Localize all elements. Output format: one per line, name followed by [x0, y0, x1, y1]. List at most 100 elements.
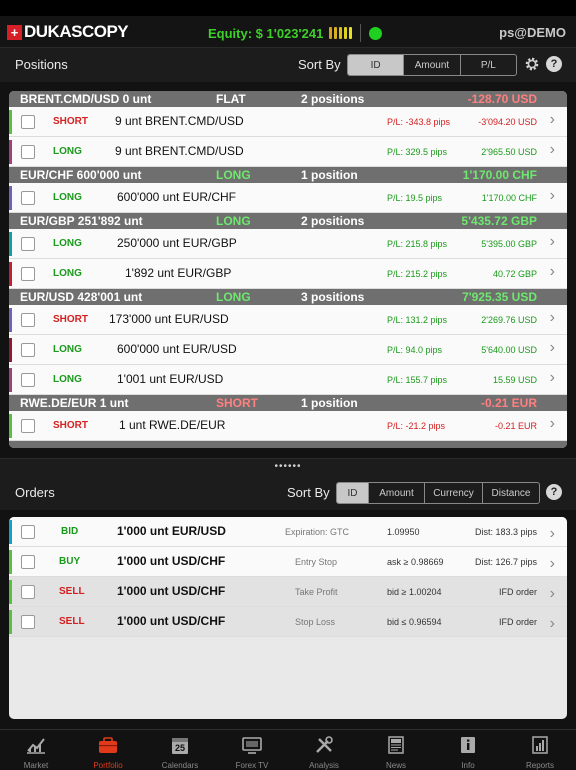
tab-label: Market — [23, 761, 49, 770]
svg-text:25: 25 — [175, 743, 185, 753]
group-count: 3 positions — [301, 290, 365, 304]
sort-amount-button[interactable]: Amount — [403, 55, 459, 75]
chevron-right-icon[interactable] — [550, 191, 555, 203]
row-checkbox[interactable] — [21, 585, 35, 599]
resize-handle[interactable]: •••••• — [0, 458, 576, 476]
calendar-icon: 25 — [169, 735, 191, 755]
row-checkbox[interactable] — [21, 615, 35, 629]
position-group-header[interactable] — [9, 441, 567, 448]
chevron-right-icon[interactable] — [550, 615, 555, 633]
pl-pips: P/L: 155.7 pips — [387, 375, 448, 385]
help-icon[interactable]: ? — [546, 484, 562, 500]
tab-market[interactable]: Market — [0, 730, 72, 770]
pl-pips: P/L: 131.2 pips — [387, 315, 448, 325]
position-row[interactable]: LONG 1'892 unt EUR/GBP P/L: 215.2 pips 40.7… — [9, 259, 567, 289]
row-checkbox[interactable] — [21, 145, 35, 159]
row-checkbox[interactable] — [21, 313, 35, 327]
chevron-right-icon[interactable] — [550, 145, 555, 157]
tab-calendars[interactable]: 25 Calendars — [144, 730, 216, 770]
position-group-header[interactable]: EUR/CHF 600'000 unt LONG 1 position 1'170.0… — [9, 167, 567, 183]
position-row[interactable]: LONG 600'000 unt EUR/CHF P/L: 19.5 pips 1'1… — [9, 183, 567, 213]
tab-info[interactable]: Info — [432, 730, 504, 770]
row-checkbox[interactable] — [21, 237, 35, 251]
chevron-right-icon[interactable] — [550, 267, 555, 279]
color-stripe — [9, 338, 12, 362]
group-total: 7'925.35 USD — [462, 290, 537, 304]
group-instrument: EUR/USD 428'001 unt — [20, 290, 143, 304]
row-checkbox[interactable] — [21, 555, 35, 569]
row-checkbox[interactable] — [21, 115, 35, 129]
color-stripe — [9, 262, 12, 286]
instrument-label: 1'001 unt EUR/USD — [117, 372, 224, 386]
tab-analysis[interactable]: Analysis — [288, 730, 360, 770]
order-row[interactable]: SELL 1'000 unt USD/CHF Take Profit bid ≥ 1.… — [9, 577, 567, 607]
news-icon — [385, 735, 407, 755]
chevron-right-icon[interactable] — [550, 237, 555, 249]
briefcase-icon — [97, 735, 119, 755]
color-stripe — [9, 110, 12, 134]
position-group-header[interactable]: EUR/GBP 251'892 unt LONG 2 positions 5'435.… — [9, 213, 567, 229]
connection-status-icon — [369, 26, 383, 40]
side-label: LONG — [53, 344, 82, 355]
chevron-right-icon[interactable] — [550, 313, 555, 325]
instrument-label: 250'000 unt EUR/GBP — [117, 236, 237, 250]
position-row[interactable]: SHORT 1 unt RWE.DE/EUR P/L: -21.2 pips -0.2… — [9, 411, 567, 441]
equity-indicator[interactable]: Equity: $ 1'023'241 — [208, 24, 383, 42]
tab-forex-tv[interactable]: Forex TV — [216, 730, 288, 770]
positions-list: BRENT.CMD/USD 0 unt FLAT 2 positions -128.7… — [9, 91, 567, 448]
help-icon[interactable]: ? — [546, 56, 562, 72]
sort-id-button[interactable]: ID — [337, 483, 368, 503]
group-count: 1 position — [301, 168, 358, 182]
gear-icon[interactable] — [524, 56, 540, 72]
order-distance: IFD order — [498, 587, 537, 597]
row-checkbox[interactable] — [21, 373, 35, 387]
pl-pips: P/L: 329.5 pips — [387, 147, 448, 157]
side-label: LONG — [53, 268, 82, 279]
position-group-header[interactable]: RWE.DE/EUR 1 unt SHORT 1 position -0.21 EUR — [9, 395, 567, 411]
position-group-header[interactable]: BRENT.CMD/USD 0 unt FLAT 2 positions -128.7… — [9, 91, 567, 107]
sort-id-button[interactable]: ID — [348, 55, 404, 75]
chevron-right-icon[interactable] — [550, 525, 555, 543]
order-row[interactable]: BUY 1'000 unt USD/CHF Entry Stop ask ≥ 0.98… — [9, 547, 567, 577]
row-checkbox[interactable] — [21, 525, 35, 539]
sort-amount-button[interactable]: Amount — [368, 483, 424, 503]
chevron-right-icon[interactable] — [550, 115, 555, 127]
side-label: SHORT — [53, 116, 88, 127]
tab-label: News — [385, 761, 406, 770]
sort-currency-button[interactable]: Currency — [424, 483, 482, 503]
chevron-right-icon[interactable] — [550, 585, 555, 603]
position-row[interactable]: LONG 1'001 unt EUR/USD P/L: 155.7 pips 15.5… — [9, 365, 567, 395]
group-direction: LONG — [216, 290, 251, 304]
chevron-right-icon[interactable] — [550, 419, 555, 431]
order-row[interactable]: SELL 1'000 unt USD/CHF Stop Loss bid ≤ 0.96… — [9, 607, 567, 637]
sort-pl-button[interactable]: P/L — [459, 55, 516, 75]
row-checkbox[interactable] — [21, 267, 35, 281]
position-row[interactable]: SHORT 9 unt BRENT.CMD/USD P/L: -343.8 pips… — [9, 107, 567, 137]
pl-amount: 40.72 GBP — [492, 269, 537, 279]
tab-portfolio[interactable]: Portfolio — [72, 730, 144, 770]
tab-label: Reports — [525, 761, 554, 770]
positions-sort-control: ID Amount P/L — [347, 54, 517, 76]
position-row[interactable]: SHORT 173'000 unt EUR/USD P/L: 131.2 pips 2… — [9, 305, 567, 335]
position-group-header[interactable]: EUR/USD 428'001 unt LONG 3 positions 7'925.… — [9, 289, 567, 305]
position-row[interactable]: LONG 600'000 unt EUR/USD P/L: 94.0 pips 5'6… — [9, 335, 567, 365]
group-total: 1'170.00 CHF — [462, 168, 537, 182]
chevron-right-icon[interactable] — [550, 555, 555, 573]
sort-distance-button[interactable]: Distance — [482, 483, 539, 503]
row-checkbox[interactable] — [21, 191, 35, 205]
row-checkbox[interactable] — [21, 419, 35, 433]
chevron-right-icon[interactable] — [550, 343, 555, 355]
account-name[interactable]: ps@DEMO — [499, 25, 566, 40]
group-direction: LONG — [216, 168, 251, 182]
tab-reports[interactable]: Reports — [504, 730, 576, 770]
tab-news[interactable]: News — [360, 730, 432, 770]
pl-amount: 2'965.50 USD — [481, 147, 537, 157]
side-label: SHORT — [53, 420, 88, 431]
chevron-right-icon[interactable] — [550, 373, 555, 385]
group-instrument: EUR/GBP 251'892 unt — [20, 214, 143, 228]
position-row[interactable]: LONG 9 unt BRENT.CMD/USD P/L: 329.5 pips 2'… — [9, 137, 567, 167]
position-row[interactable]: LONG 250'000 unt EUR/GBP P/L: 215.8 pips 5'… — [9, 229, 567, 259]
order-row[interactable]: BID 1'000 unt EUR/USD Expiration: GTC 1.099… — [9, 517, 567, 547]
row-checkbox[interactable] — [21, 343, 35, 357]
instrument-label: 9 unt BRENT.CMD/USD — [115, 114, 244, 128]
